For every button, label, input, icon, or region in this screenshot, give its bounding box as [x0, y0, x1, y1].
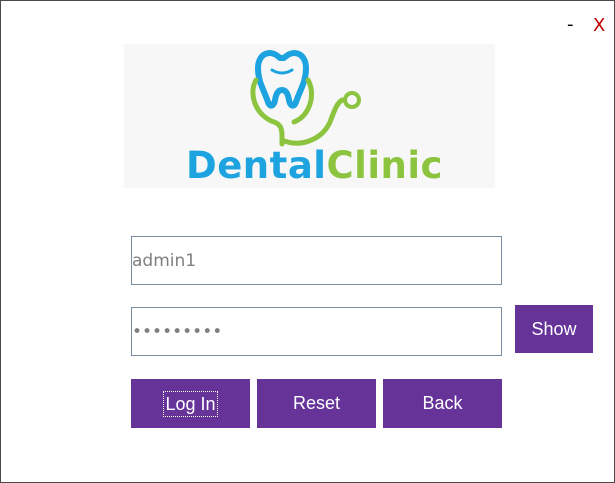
password-field-box	[131, 307, 502, 356]
logo-text-dental: Dental	[186, 144, 327, 187]
dental-clinic-logo: DentalClinic	[124, 44, 495, 188]
login-button[interactable]: Log In	[131, 379, 250, 428]
back-button[interactable]: Back	[383, 379, 502, 428]
username-input[interactable]	[132, 237, 501, 284]
reset-button-label: Reset	[292, 393, 341, 413]
close-button[interactable]: X	[593, 16, 607, 36]
minimize-button[interactable]: -	[567, 15, 579, 35]
back-button-label: Back	[422, 393, 463, 413]
username-field-box	[131, 236, 502, 285]
logo-text: DentalClinic	[186, 146, 443, 186]
show-password-button[interactable]: Show	[515, 305, 593, 353]
login-button-label: Log In	[163, 390, 218, 417]
logo-text-clinic: Clinic	[326, 144, 443, 187]
password-input[interactable]	[132, 308, 501, 355]
reset-button[interactable]: Reset	[257, 379, 376, 428]
show-button-label: Show	[531, 318, 577, 339]
login-window: - X DentalClinic Show Log In Reset Back	[0, 0, 615, 483]
